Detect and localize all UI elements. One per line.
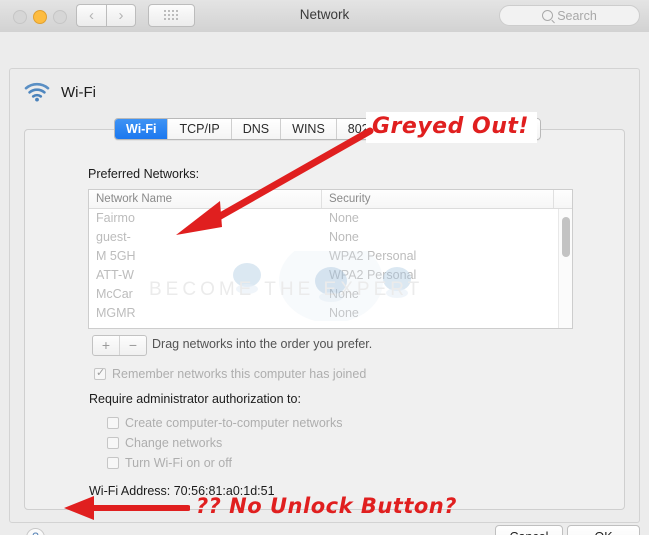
remember-networks-checkbox[interactable]: Remember networks this computer has join… xyxy=(94,366,367,381)
annotation-no-unlock: ?? No Unlock Button? xyxy=(196,494,457,518)
cell-network-name: guest- xyxy=(96,230,131,244)
network-preferences-window: ‹ › Network Search Wi-Fi Wi-Fi TCP/IP DN… xyxy=(0,0,649,535)
create-computer-networks-label: Create computer-to-computer networks xyxy=(125,416,343,430)
table-row[interactable]: McCar None xyxy=(89,285,572,304)
preferred-networks-label: Preferred Networks: xyxy=(88,167,200,181)
cell-network-name: M 5GH xyxy=(96,249,136,263)
column-header-network-name: Network Name xyxy=(89,190,322,208)
table-row[interactable]: Fairmo None xyxy=(89,209,572,228)
table-row[interactable]: MGMR None xyxy=(89,304,572,323)
table-header-row: Network Name Security xyxy=(89,190,572,209)
cell-security: None xyxy=(329,230,359,244)
cell-security: None xyxy=(329,211,359,225)
add-network-button[interactable]: + xyxy=(93,336,120,355)
help-button[interactable]: ? xyxy=(26,528,45,535)
table-row[interactable]: guest- None xyxy=(89,228,572,247)
tab-dns[interactable]: DNS xyxy=(231,119,282,139)
turn-wifi-checkbox[interactable]: Turn Wi-Fi on or off xyxy=(107,456,232,470)
preferred-networks-table[interactable]: Network Name Security BECOME THE EXPERT … xyxy=(88,189,573,329)
table-row[interactable]: ATT-W WPA2 Personal xyxy=(89,266,572,285)
cell-security: WPA2 Personal xyxy=(329,249,417,263)
search-input[interactable]: Search xyxy=(499,5,640,26)
change-networks-label: Change networks xyxy=(125,436,223,450)
table-body: BECOME THE EXPERT Fairmo None guest- Non… xyxy=(89,209,572,323)
service-header: Wi-Fi xyxy=(24,82,96,102)
tab-tcpip[interactable]: TCP/IP xyxy=(168,119,232,139)
create-computer-networks-checkbox[interactable]: Create computer-to-computer networks xyxy=(107,416,342,430)
cell-security: WPA2 Personal xyxy=(329,268,417,282)
cell-security: None xyxy=(329,287,359,301)
scrollbar-thumb[interactable] xyxy=(562,217,570,257)
column-header-security: Security xyxy=(322,190,554,208)
checkbox-icon xyxy=(107,457,119,469)
search-icon xyxy=(542,10,554,21)
cell-network-name: MGMR xyxy=(96,306,136,320)
column-header-spacer xyxy=(554,190,572,208)
drag-hint-label: Drag networks into the order you prefer. xyxy=(152,337,373,351)
tab-wifi[interactable]: Wi-Fi xyxy=(115,119,169,139)
checkbox-icon xyxy=(107,417,119,429)
remember-networks-label: Remember networks this computer has join… xyxy=(112,367,367,381)
table-row[interactable]: M 5GH WPA2 Personal xyxy=(89,247,572,266)
cell-network-name: ATT-W xyxy=(96,268,134,282)
remove-network-button[interactable]: − xyxy=(120,336,146,355)
change-networks-checkbox[interactable]: Change networks xyxy=(107,436,222,450)
wifi-icon xyxy=(24,82,50,102)
tab-wins[interactable]: WINS xyxy=(281,119,337,139)
add-remove-network-group: + − xyxy=(92,335,147,356)
cell-security: None xyxy=(329,306,359,320)
networks-scrollbar[interactable] xyxy=(558,209,572,328)
turn-wifi-label: Turn Wi-Fi on or off xyxy=(125,456,232,470)
require-admin-label: Require administrator authorization to: xyxy=(89,392,301,406)
search-placeholder: Search xyxy=(557,8,597,23)
title-bar: ‹ › Network Search xyxy=(0,0,649,33)
ok-button[interactable]: OK xyxy=(567,525,640,535)
cancel-button[interactable]: Cancel xyxy=(495,525,563,535)
checkbox-icon xyxy=(107,437,119,449)
annotation-greyed-out: Greyed Out! xyxy=(366,112,537,143)
content-area: Wi-Fi Wi-Fi TCP/IP DNS WINS 802.1X Proxi… xyxy=(0,32,649,535)
cell-network-name: Fairmo xyxy=(96,211,135,225)
cell-network-name: McCar xyxy=(96,287,133,301)
service-name: Wi-Fi xyxy=(61,83,96,101)
checkbox-icon xyxy=(94,366,106,380)
